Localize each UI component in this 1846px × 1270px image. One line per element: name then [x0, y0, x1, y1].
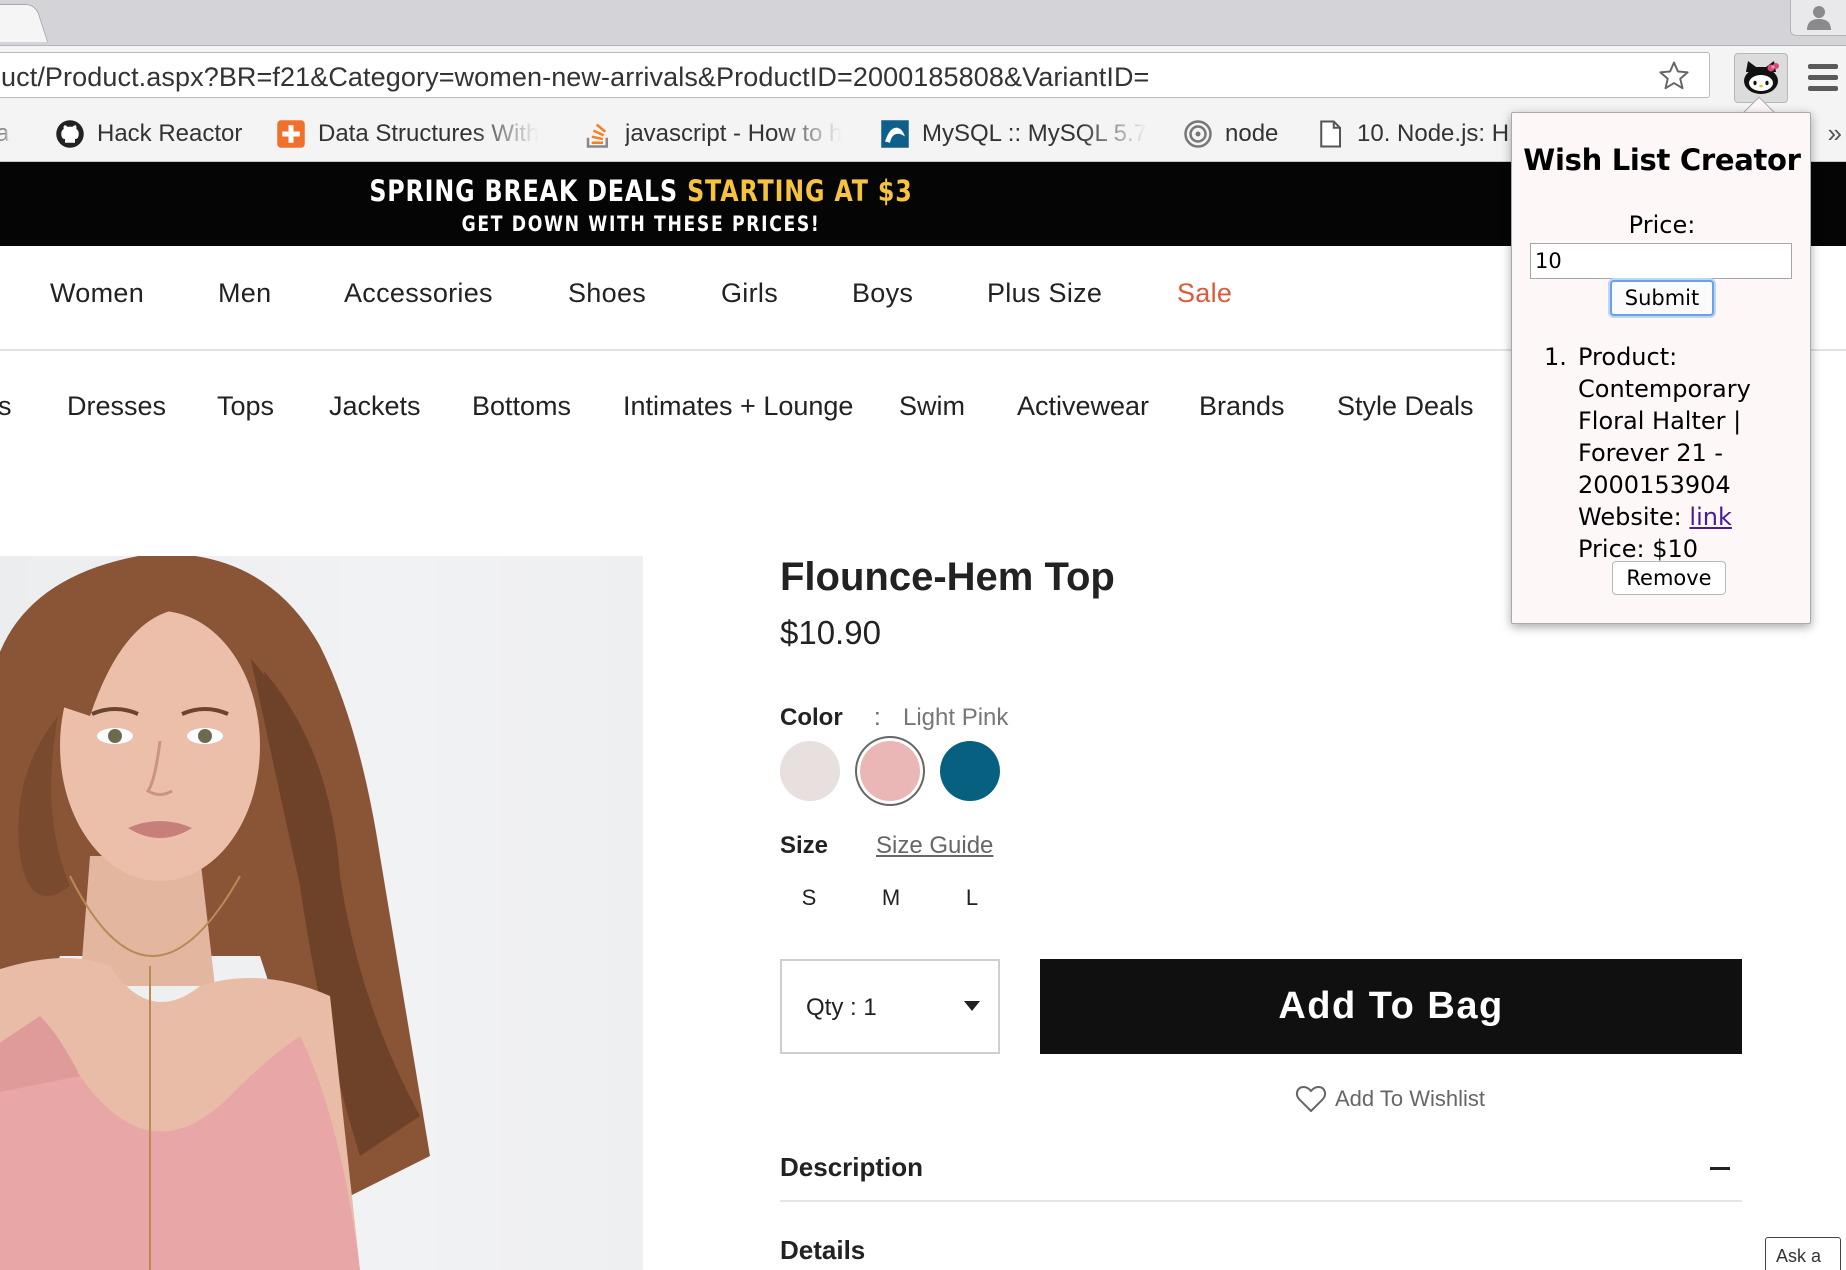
subnav-style-deals[interactable]: Style Deals — [1337, 391, 1474, 422]
color-value: Light Pink — [903, 704, 1009, 731]
popup-title: Wish List Creator — [1523, 143, 1801, 177]
color-swatch-cream[interactable] — [780, 741, 840, 801]
bookmarks-overflow-chevron[interactable]: » — [1828, 118, 1842, 149]
subnav-jackets[interactable]: Jackets — [329, 391, 421, 422]
bookmark-stackoverflow[interactable]: javascript - How to h — [583, 118, 853, 150]
size-guide-link[interactable]: Size Guide — [876, 832, 993, 860]
person-icon — [1807, 6, 1831, 30]
details-accordion[interactable]: Details — [780, 1235, 865, 1266]
browser-tab[interactable] — [0, 4, 49, 42]
collapse-minus-icon[interactable] — [1710, 1167, 1730, 1170]
bookmark-hack-reactor[interactable]: Hack Reactor — [55, 118, 242, 150]
bookmark-star-icon[interactable] — [1657, 59, 1691, 93]
promo-headline-white: SPRING BREAK DEALS — [369, 174, 678, 208]
subnav-swim[interactable]: Swim — [899, 391, 965, 422]
menu-bar-icon — [1808, 64, 1838, 69]
color-swatch-teal[interactable] — [940, 741, 1000, 801]
bookmark-label: Data Structures With — [318, 120, 540, 147]
nav-women[interactable]: Women — [50, 278, 144, 309]
add-to-bag-button[interactable]: Add To Bag — [1040, 959, 1742, 1054]
add-to-wishlist-label: Add To Wishlist — [1335, 1086, 1485, 1111]
bookmark-label: MySQL :: MySQL 5.7 — [922, 120, 1147, 147]
browser-menu-button[interactable] — [1808, 64, 1838, 92]
node-ring-icon — [1184, 120, 1212, 148]
mysql-icon — [881, 120, 909, 148]
subnav-intimates-lounge[interactable]: Intimates + Lounge — [623, 391, 853, 422]
subnav-item-truncated[interactable]: s — [0, 391, 12, 422]
plus-square-icon — [277, 120, 305, 148]
promo-headline: SPRING BREAK DEALS STARTING AT $3 — [115, 174, 1166, 208]
price-label: Price: — [1628, 211, 1696, 239]
dropdown-caret-icon — [964, 1001, 980, 1011]
nav-sale[interactable]: Sale — [1177, 278, 1232, 309]
profile-button[interactable] — [1790, 0, 1846, 36]
color-label: Color — [780, 704, 843, 731]
bookmark-mysql[interactable]: MySQL :: MySQL 5.7 — [880, 118, 1150, 150]
size-label: Size — [780, 832, 829, 859]
bookmark-item[interactable]: a — [0, 118, 26, 150]
item-website-link[interactable]: link — [1689, 503, 1731, 531]
color-swatch-light-pink[interactable] — [860, 741, 920, 801]
subnav-brands[interactable]: Brands — [1199, 391, 1285, 422]
subnav-bottoms[interactable]: Bottoms — [472, 391, 571, 422]
nav-plus-size[interactable]: Plus Size — [987, 278, 1102, 309]
size-option-m[interactable]: M — [876, 885, 906, 911]
quantity-value: Qty : 1 — [806, 994, 877, 1021]
product-title: Flounce-Hem Top — [780, 555, 1115, 599]
model-photo — [0, 556, 430, 1270]
description-label: Description — [780, 1152, 924, 1182]
size-option-l[interactable]: L — [957, 885, 987, 911]
browser-toolbar: uct/Product.aspx?BR=f21&Category=women-n… — [0, 46, 1846, 104]
remove-button[interactable]: Remove — [1612, 561, 1726, 595]
bookmark-label: javascript - How to h — [625, 120, 843, 147]
tab-strip — [0, 0, 1846, 46]
document-icon — [1320, 120, 1341, 148]
subnav-dresses[interactable]: Dresses — [67, 391, 166, 422]
menu-bar-icon — [1808, 86, 1838, 91]
wishlist-extension-button[interactable] — [1734, 53, 1788, 103]
nav-accessories[interactable]: Accessories — [344, 278, 493, 309]
description-accordion[interactable]: Description — [780, 1142, 1742, 1202]
address-bar[interactable]: uct/Product.aspx?BR=f21&Category=women-n… — [0, 52, 1710, 98]
item-product-label: Product: — [1578, 343, 1678, 371]
heart-icon — [1295, 1086, 1327, 1112]
size-option-s[interactable]: S — [794, 885, 824, 911]
subnav-activewear[interactable]: Activewear — [1017, 391, 1149, 422]
stackoverflow-icon — [586, 123, 608, 148]
github-icon — [56, 120, 84, 148]
quantity-select[interactable]: Qty : 1 — [780, 959, 1000, 1054]
hello-kitty-icon — [1744, 61, 1779, 94]
wishlist-item: 1. Product: Contemporary Floral Halter |… — [1544, 341, 1798, 565]
address-url[interactable]: uct/Product.aspx?BR=f21&Category=women-n… — [1, 62, 1149, 93]
promo-headline-highlight: STARTING AT $3 — [687, 174, 913, 208]
bookmark-label: a — [0, 120, 10, 147]
nav-men[interactable]: Men — [218, 278, 271, 309]
list-item-number: 1. — [1544, 343, 1567, 371]
wishlist-popup: Wish List Creator Price: 10 Submit 1. Pr… — [1511, 112, 1811, 624]
nav-girls[interactable]: Girls — [721, 278, 778, 309]
bookmark-label: node — [1225, 120, 1279, 147]
bookmark-node[interactable]: node — [1183, 118, 1278, 150]
nav-shoes[interactable]: Shoes — [568, 278, 646, 309]
subnav-tops[interactable]: Tops — [217, 391, 274, 422]
promo-subline: GET DOWN WITH THESE PRICES! — [461, 212, 821, 236]
bookmark-data-structures[interactable]: Data Structures With — [276, 118, 548, 150]
add-to-wishlist-link[interactable]: Add To Wishlist — [1295, 1081, 1485, 1117]
bookmark-label: Hack Reactor — [97, 120, 243, 147]
nav-boys[interactable]: Boys — [852, 278, 913, 309]
color-separator: : — [874, 704, 881, 731]
submit-button[interactable]: Submit — [1610, 280, 1714, 316]
menu-bar-icon — [1808, 75, 1838, 80]
bookmark-nodejs-doc[interactable]: 10. Node.js: H — [1315, 118, 1515, 150]
item-website-label: Website: — [1578, 503, 1682, 531]
product-price: $10.90 — [780, 614, 881, 651]
price-input[interactable]: 10 — [1530, 243, 1792, 279]
chat-widget-button[interactable]: Ask a — [1765, 1237, 1841, 1270]
product-image[interactable] — [0, 556, 643, 1270]
bookmark-label: 10. Node.js: H — [1357, 120, 1510, 147]
item-product-name: Contemporary Floral Halter | Forever 21 … — [1578, 375, 1751, 499]
